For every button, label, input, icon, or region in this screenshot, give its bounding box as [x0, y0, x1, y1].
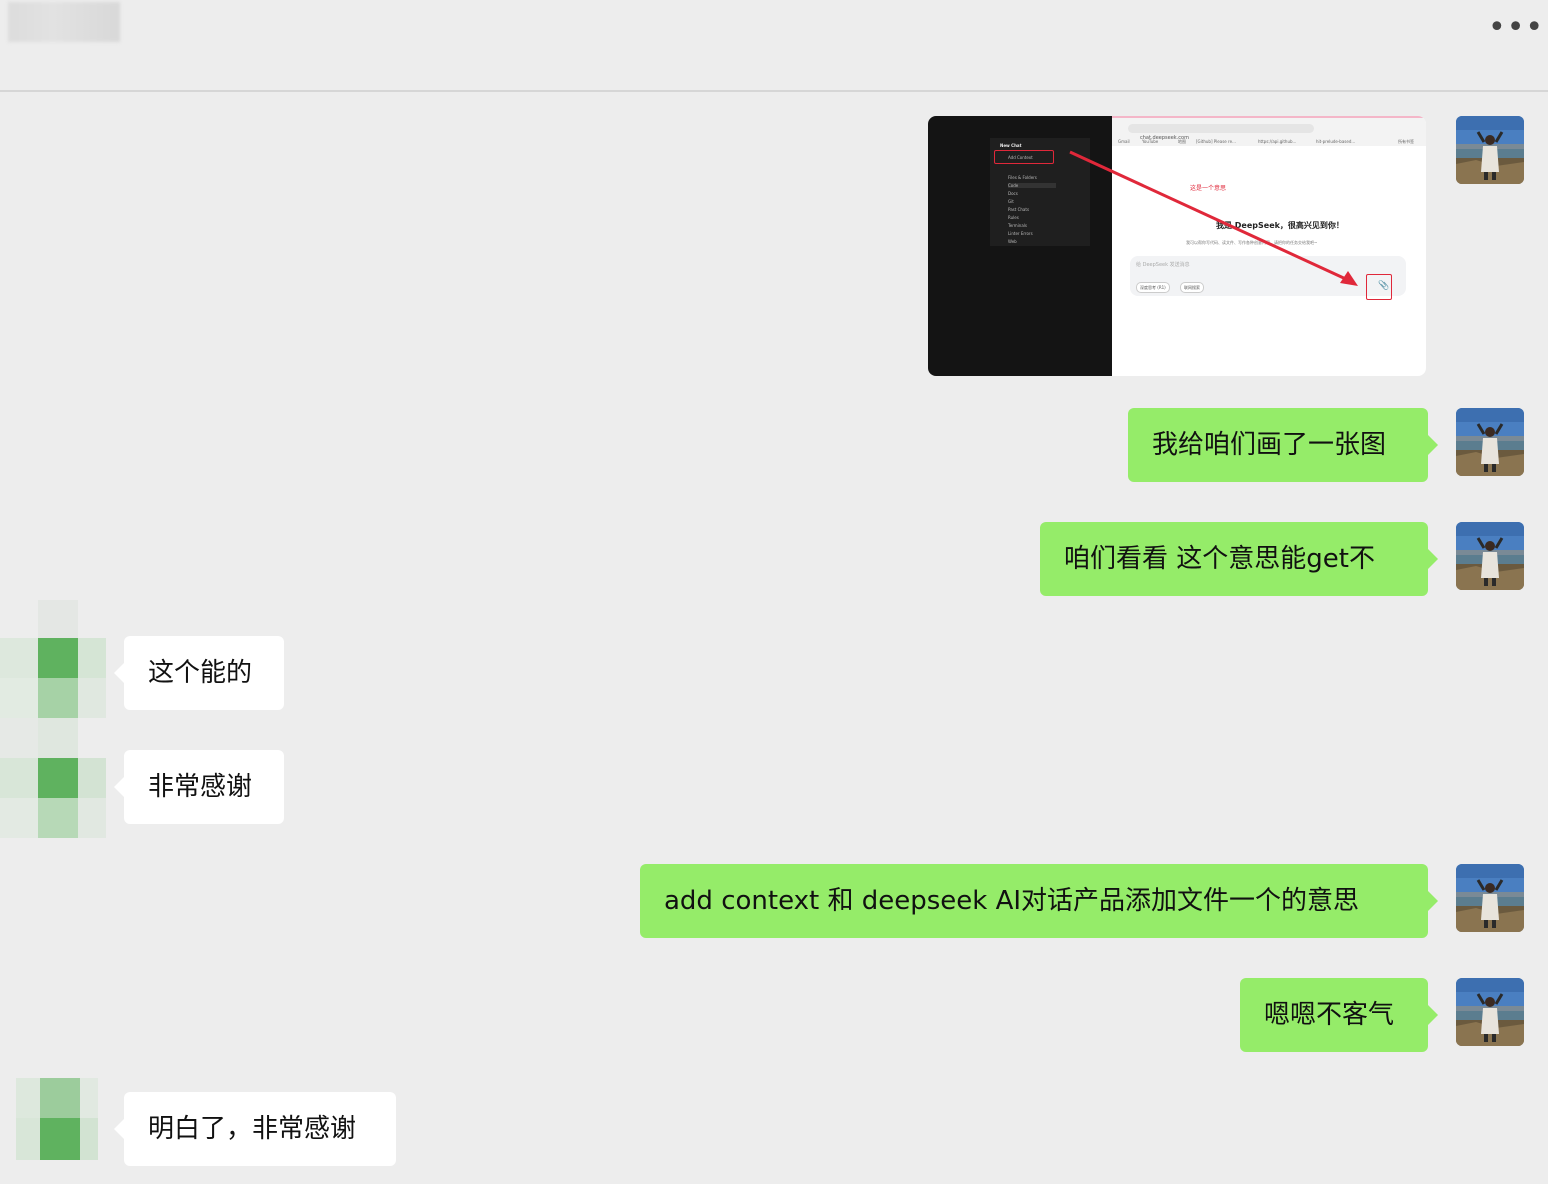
message-bubble-incoming[interactable]: 明白了，非常感谢 — [114, 1092, 396, 1166]
message-bubble-outgoing[interactable]: 我给咱们画了一张图 — [1128, 408, 1438, 482]
contact-avatar-pixelated[interactable] — [16, 1078, 98, 1160]
my-avatar[interactable] — [1456, 522, 1524, 590]
image-message[interactable]: New Chat Add Context Files & Folders Cod… — [928, 116, 1426, 376]
message-bubble-outgoing[interactable]: 咱们看看 这个意思能get不 — [1040, 522, 1438, 596]
annotation-arrow: 📎 — [1069, 150, 1389, 291]
contact-avatar-pixelated[interactable] — [0, 600, 108, 840]
message-bubble-outgoing[interactable]: add context 和 deepseek AI对话产品添加文件一个的意思 — [640, 864, 1438, 938]
message-bubble-outgoing[interactable]: 嗯嗯不客气 — [1240, 978, 1438, 1052]
chat-header: ••• — [0, 0, 1548, 92]
svg-text:📎: 📎 — [1378, 279, 1389, 291]
message-bubble-incoming[interactable]: 这个能的 — [114, 636, 284, 710]
my-avatar[interactable] — [1456, 864, 1524, 932]
my-avatar[interactable] — [1456, 978, 1524, 1046]
chat-title-redacted — [8, 2, 120, 42]
my-avatar[interactable] — [1456, 116, 1524, 184]
message-bubble-incoming[interactable]: 非常感谢 — [114, 750, 284, 824]
my-avatar[interactable] — [1456, 408, 1524, 476]
more-options-icon[interactable]: ••• — [1488, 13, 1543, 43]
